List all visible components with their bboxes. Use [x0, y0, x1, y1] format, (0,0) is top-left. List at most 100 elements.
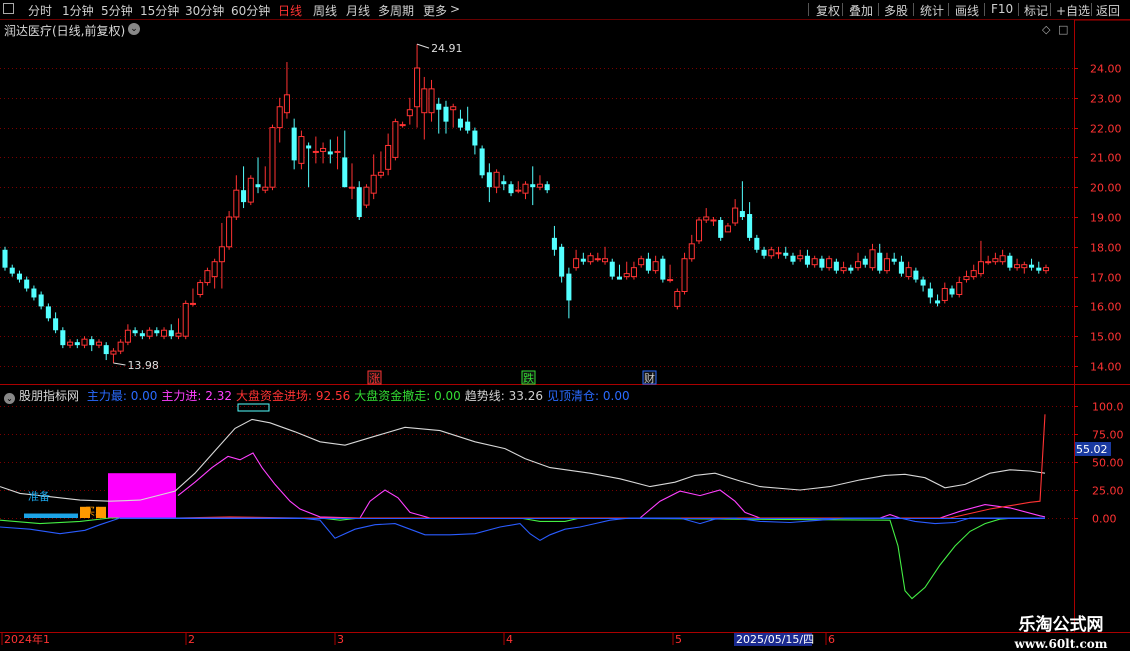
candle-body-down [530, 184, 536, 188]
candle-body-up [392, 121, 399, 158]
candle-body-up [269, 127, 276, 188]
candle-body-down [819, 258, 825, 268]
candle-body-up [515, 189, 522, 192]
candle-body-up [732, 207, 739, 224]
candle-body-up [963, 276, 970, 281]
date-label: 4 [506, 633, 513, 646]
candle-body-up [594, 258, 601, 261]
candle-body-up [67, 341, 74, 346]
price-tick-label: 21.00 [1090, 152, 1122, 165]
candle-body-up [211, 261, 218, 278]
candle-body-up [414, 67, 421, 108]
candle-body-up [175, 332, 182, 337]
candle-body-down [16, 273, 22, 280]
candle-body-down [616, 276, 623, 280]
candle-body-up [695, 219, 703, 242]
candle-body-down [89, 339, 95, 346]
price-tick-label: 20.00 [1090, 182, 1122, 195]
candle-body-down [833, 261, 839, 271]
candle-body-up [124, 329, 131, 343]
candle-body-up [992, 258, 999, 263]
candle-body-up [197, 282, 204, 295]
high-label: 24.91 [431, 42, 463, 55]
candle-body-up [601, 258, 609, 263]
current-value-label: 55.02 [1076, 443, 1108, 456]
candle-body-down [920, 279, 926, 286]
price-tick-label: 17.00 [1090, 272, 1122, 285]
indicator-tick-label: 50.00 [1092, 457, 1124, 470]
candle-body-up [276, 106, 283, 129]
candle-body-up [406, 109, 413, 117]
candle-body-down [436, 103, 442, 110]
candle-body-down [754, 237, 760, 250]
candle-body-up [855, 261, 862, 269]
price-tick-label: 14.00 [1090, 361, 1122, 374]
candle-body-up [522, 183, 529, 194]
indicator-line [0, 517, 1045, 542]
candle-body-down [761, 249, 767, 256]
candle-body-up [421, 88, 428, 114]
candle-body-down [645, 258, 651, 271]
candle-body-down [790, 255, 796, 262]
candle-body-up [370, 174, 377, 194]
candle-body-down [739, 211, 745, 217]
date-label: 6 [828, 633, 835, 646]
indicator-line [0, 517, 1045, 600]
candle-body-up [320, 147, 327, 152]
candle-body-up [1021, 264, 1028, 269]
candle-body-down [566, 273, 572, 301]
candle-body-up [688, 243, 695, 260]
candle-body-up [826, 258, 833, 269]
candle-body-up [117, 341, 124, 352]
candle-body-up [811, 258, 818, 266]
candle-body-down [580, 258, 586, 262]
indicator-tick-label: 25.00 [1092, 485, 1124, 498]
indicator-bar [108, 473, 176, 518]
candle-body-up [377, 171, 384, 176]
candle-body-down [2, 249, 8, 268]
candle-body-up [218, 246, 225, 263]
candle-body-down [891, 258, 897, 262]
date-label: 3 [337, 633, 344, 646]
indicator-line [174, 414, 1046, 519]
indicator-bar [24, 513, 78, 518]
date-highlight-label: 2025/05/15/四 [736, 633, 814, 646]
candle-body-up [775, 252, 782, 255]
indicator-tick-label: 100.0 [1092, 401, 1124, 414]
candle-body-up [724, 225, 731, 233]
candle-body-up [999, 255, 1006, 263]
candle-body-up [977, 261, 984, 275]
candle-body-up [840, 267, 847, 272]
candle-body-down [949, 288, 955, 295]
candle-body-up [450, 106, 457, 111]
candle-body-up [189, 302, 196, 305]
candle-body-down [747, 214, 753, 238]
candle-body-down [804, 255, 810, 265]
candle-body-down [9, 267, 15, 274]
candle-body-up [956, 282, 963, 295]
candle-body-up [536, 183, 543, 188]
candle-body-down [342, 157, 348, 188]
candle-body-up [399, 124, 406, 127]
candle-body-down [508, 184, 514, 194]
candle-body-down [927, 288, 933, 298]
candle-body-down [241, 190, 247, 203]
event-marker-label: 涨 [369, 372, 380, 385]
date-label: 2 [188, 633, 195, 646]
candle-body-up [182, 302, 189, 337]
candle-body-down [472, 130, 478, 146]
candle-body-down [24, 279, 30, 289]
candle-body-down [544, 184, 550, 191]
candle-body-down [139, 333, 145, 337]
candle-body-up [941, 288, 948, 301]
candle-body-up [146, 329, 153, 337]
candle-body-up [623, 273, 630, 278]
chart-canvas[interactable]: 14.0015.0016.0017.0018.0019.0020.0021.00… [0, 0, 1130, 650]
candle-body-up [630, 267, 637, 278]
watermark: 乐淘公式网 www.60lt.com [992, 610, 1130, 651]
candle-body-down [356, 187, 362, 217]
candle-body-down [935, 300, 941, 304]
candle-body-down [862, 258, 868, 265]
candle-body-up [298, 136, 305, 164]
candle-body-down [53, 318, 59, 331]
